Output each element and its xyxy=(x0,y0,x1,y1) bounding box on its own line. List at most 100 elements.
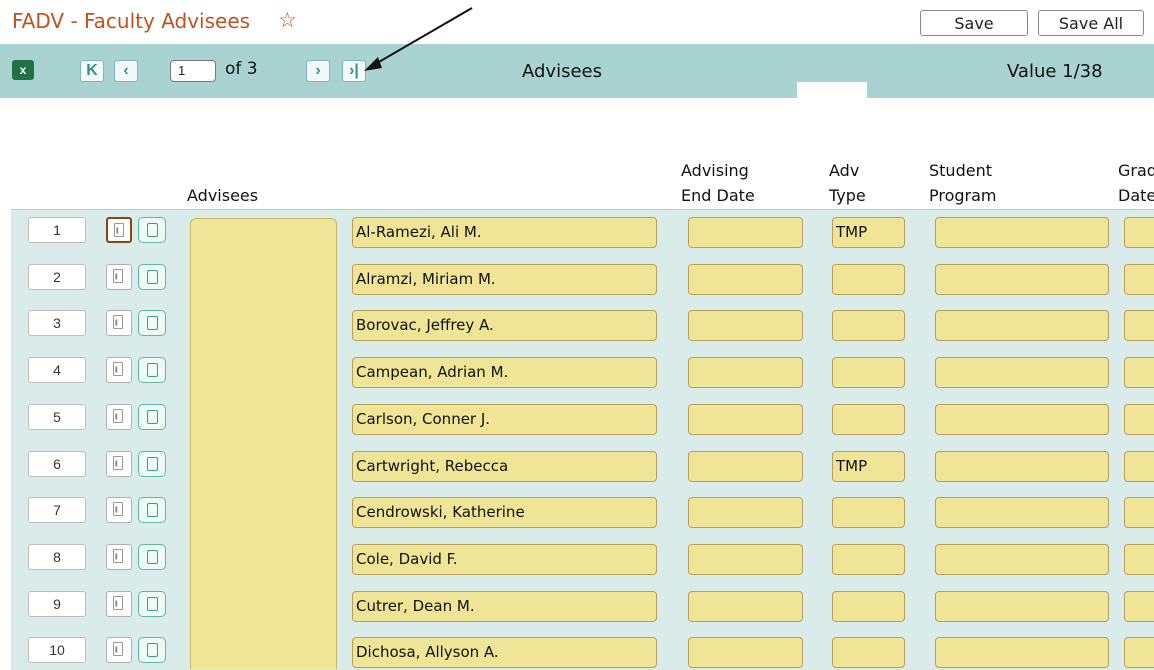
document-icon[interactable] xyxy=(138,357,166,383)
detail-glyph xyxy=(113,456,123,470)
document-glyph xyxy=(147,270,158,284)
grad-date-field[interactable] xyxy=(1124,591,1154,622)
column-header-end-date-line2: End Date xyxy=(681,186,755,205)
document-glyph xyxy=(147,550,158,564)
grad-date-field[interactable] xyxy=(1124,357,1154,388)
advising-end-date-field[interactable] xyxy=(688,357,803,388)
row-number: 4 xyxy=(28,357,86,383)
advising-end-date-field[interactable] xyxy=(688,451,803,482)
student-program-field[interactable] xyxy=(935,357,1109,388)
document-icon[interactable] xyxy=(138,404,166,430)
advisee-name-field[interactable]: Cartwright, Rebecca xyxy=(352,451,657,482)
grad-date-field[interactable] xyxy=(1124,310,1154,341)
advising-end-date-field[interactable] xyxy=(688,497,803,528)
advising-end-date-field[interactable] xyxy=(688,217,803,248)
document-icon[interactable] xyxy=(138,310,166,336)
document-icon[interactable] xyxy=(138,497,166,523)
advising-end-date-field[interactable] xyxy=(688,637,803,668)
advising-end-date-field[interactable] xyxy=(688,544,803,575)
advising-end-date-field[interactable] xyxy=(688,264,803,295)
adv-type-field[interactable] xyxy=(832,544,905,575)
detail-glyph xyxy=(114,223,124,237)
detail-glyph xyxy=(113,409,123,423)
column-header-end-date-line1: Advising xyxy=(681,161,749,180)
adv-type-field[interactable] xyxy=(832,497,905,528)
detail-icon[interactable] xyxy=(106,451,132,477)
document-icon[interactable] xyxy=(138,637,166,663)
student-program-field[interactable] xyxy=(935,404,1109,435)
adv-type-field[interactable] xyxy=(832,264,905,295)
grad-date-field[interactable] xyxy=(1124,497,1154,528)
advisee-name-field[interactable]: Cole, David F. xyxy=(352,544,657,575)
column-header-adv-type-line2: Type xyxy=(829,186,866,205)
advisee-name-field[interactable]: Alramzi, Miriam M. xyxy=(352,264,657,295)
advisees-id-field[interactable] xyxy=(190,218,337,669)
row-number: 2 xyxy=(28,264,86,290)
column-header-advisees: Advisees xyxy=(187,186,259,205)
document-icon[interactable] xyxy=(138,544,166,570)
student-program-field[interactable] xyxy=(935,544,1109,575)
grad-date-field[interactable] xyxy=(1124,451,1154,482)
detail-icon[interactable] xyxy=(106,357,132,383)
adv-type-field[interactable] xyxy=(832,637,905,668)
column-header-grad-line2: Date xyxy=(1118,186,1154,205)
detail-icon[interactable] xyxy=(106,544,132,570)
detail-icon[interactable] xyxy=(106,404,132,430)
detail-icon[interactable] xyxy=(106,217,132,243)
advisee-name-field[interactable]: Dichosa, Allyson A. xyxy=(352,637,657,668)
advisee-name-field[interactable]: Campean, Adrian M. xyxy=(352,357,657,388)
adv-type-field[interactable]: TMP xyxy=(832,217,905,248)
student-program-field[interactable] xyxy=(935,310,1109,341)
student-program-field[interactable] xyxy=(935,451,1109,482)
advisee-name-field[interactable]: Cendrowski, Katherine xyxy=(352,497,657,528)
student-program-field[interactable] xyxy=(935,591,1109,622)
document-glyph xyxy=(147,457,158,471)
column-header-program-line1: Student xyxy=(929,161,992,180)
grad-date-field[interactable] xyxy=(1124,404,1154,435)
column-header-adv-type-line1: Adv xyxy=(829,161,860,180)
document-icon[interactable] xyxy=(138,591,166,617)
row-number: 7 xyxy=(28,497,86,523)
detail-icon[interactable] xyxy=(106,264,132,290)
column-header-program-line2: Program xyxy=(929,186,997,205)
annotation-arrow xyxy=(364,7,473,71)
document-glyph xyxy=(147,503,158,517)
detail-icon[interactable] xyxy=(106,310,132,336)
advising-end-date-field[interactable] xyxy=(688,404,803,435)
advising-end-date-field[interactable] xyxy=(688,310,803,341)
detail-glyph xyxy=(113,642,123,656)
adv-type-field[interactable] xyxy=(832,404,905,435)
adv-type-field[interactable] xyxy=(832,357,905,388)
detail-glyph xyxy=(113,269,123,283)
detail-icon[interactable] xyxy=(106,497,132,523)
grad-date-field[interactable] xyxy=(1124,637,1154,668)
adv-type-field[interactable] xyxy=(832,310,905,341)
row-number: 8 xyxy=(28,544,86,570)
adv-type-field[interactable] xyxy=(832,591,905,622)
student-program-field[interactable] xyxy=(935,217,1109,248)
document-glyph xyxy=(147,643,158,657)
row-number: 9 xyxy=(28,591,86,617)
detail-icon[interactable] xyxy=(106,637,132,663)
row-number: 5 xyxy=(28,404,86,430)
document-icon[interactable] xyxy=(138,264,166,290)
advisee-name-field[interactable]: Carlson, Conner J. xyxy=(352,404,657,435)
row-number: 6 xyxy=(28,451,86,477)
advisee-name-field[interactable]: Borovac, Jeffrey A. xyxy=(352,310,657,341)
student-program-field[interactable] xyxy=(935,264,1109,295)
advising-end-date-field[interactable] xyxy=(688,591,803,622)
document-glyph xyxy=(147,223,158,237)
advisee-name-field[interactable]: Cutrer, Dean M. xyxy=(352,591,657,622)
student-program-field[interactable] xyxy=(935,637,1109,668)
grad-date-field[interactable] xyxy=(1124,264,1154,295)
document-icon[interactable] xyxy=(138,451,166,477)
advisee-name-field[interactable]: Al-Ramezi, Ali M. xyxy=(352,217,657,248)
detail-icon[interactable] xyxy=(106,591,132,617)
grad-date-field[interactable] xyxy=(1124,544,1154,575)
document-icon[interactable] xyxy=(138,217,166,243)
document-glyph xyxy=(147,316,158,330)
document-glyph xyxy=(147,410,158,424)
student-program-field[interactable] xyxy=(935,497,1109,528)
grad-date-field[interactable] xyxy=(1124,217,1154,248)
adv-type-field[interactable]: TMP xyxy=(832,451,905,482)
